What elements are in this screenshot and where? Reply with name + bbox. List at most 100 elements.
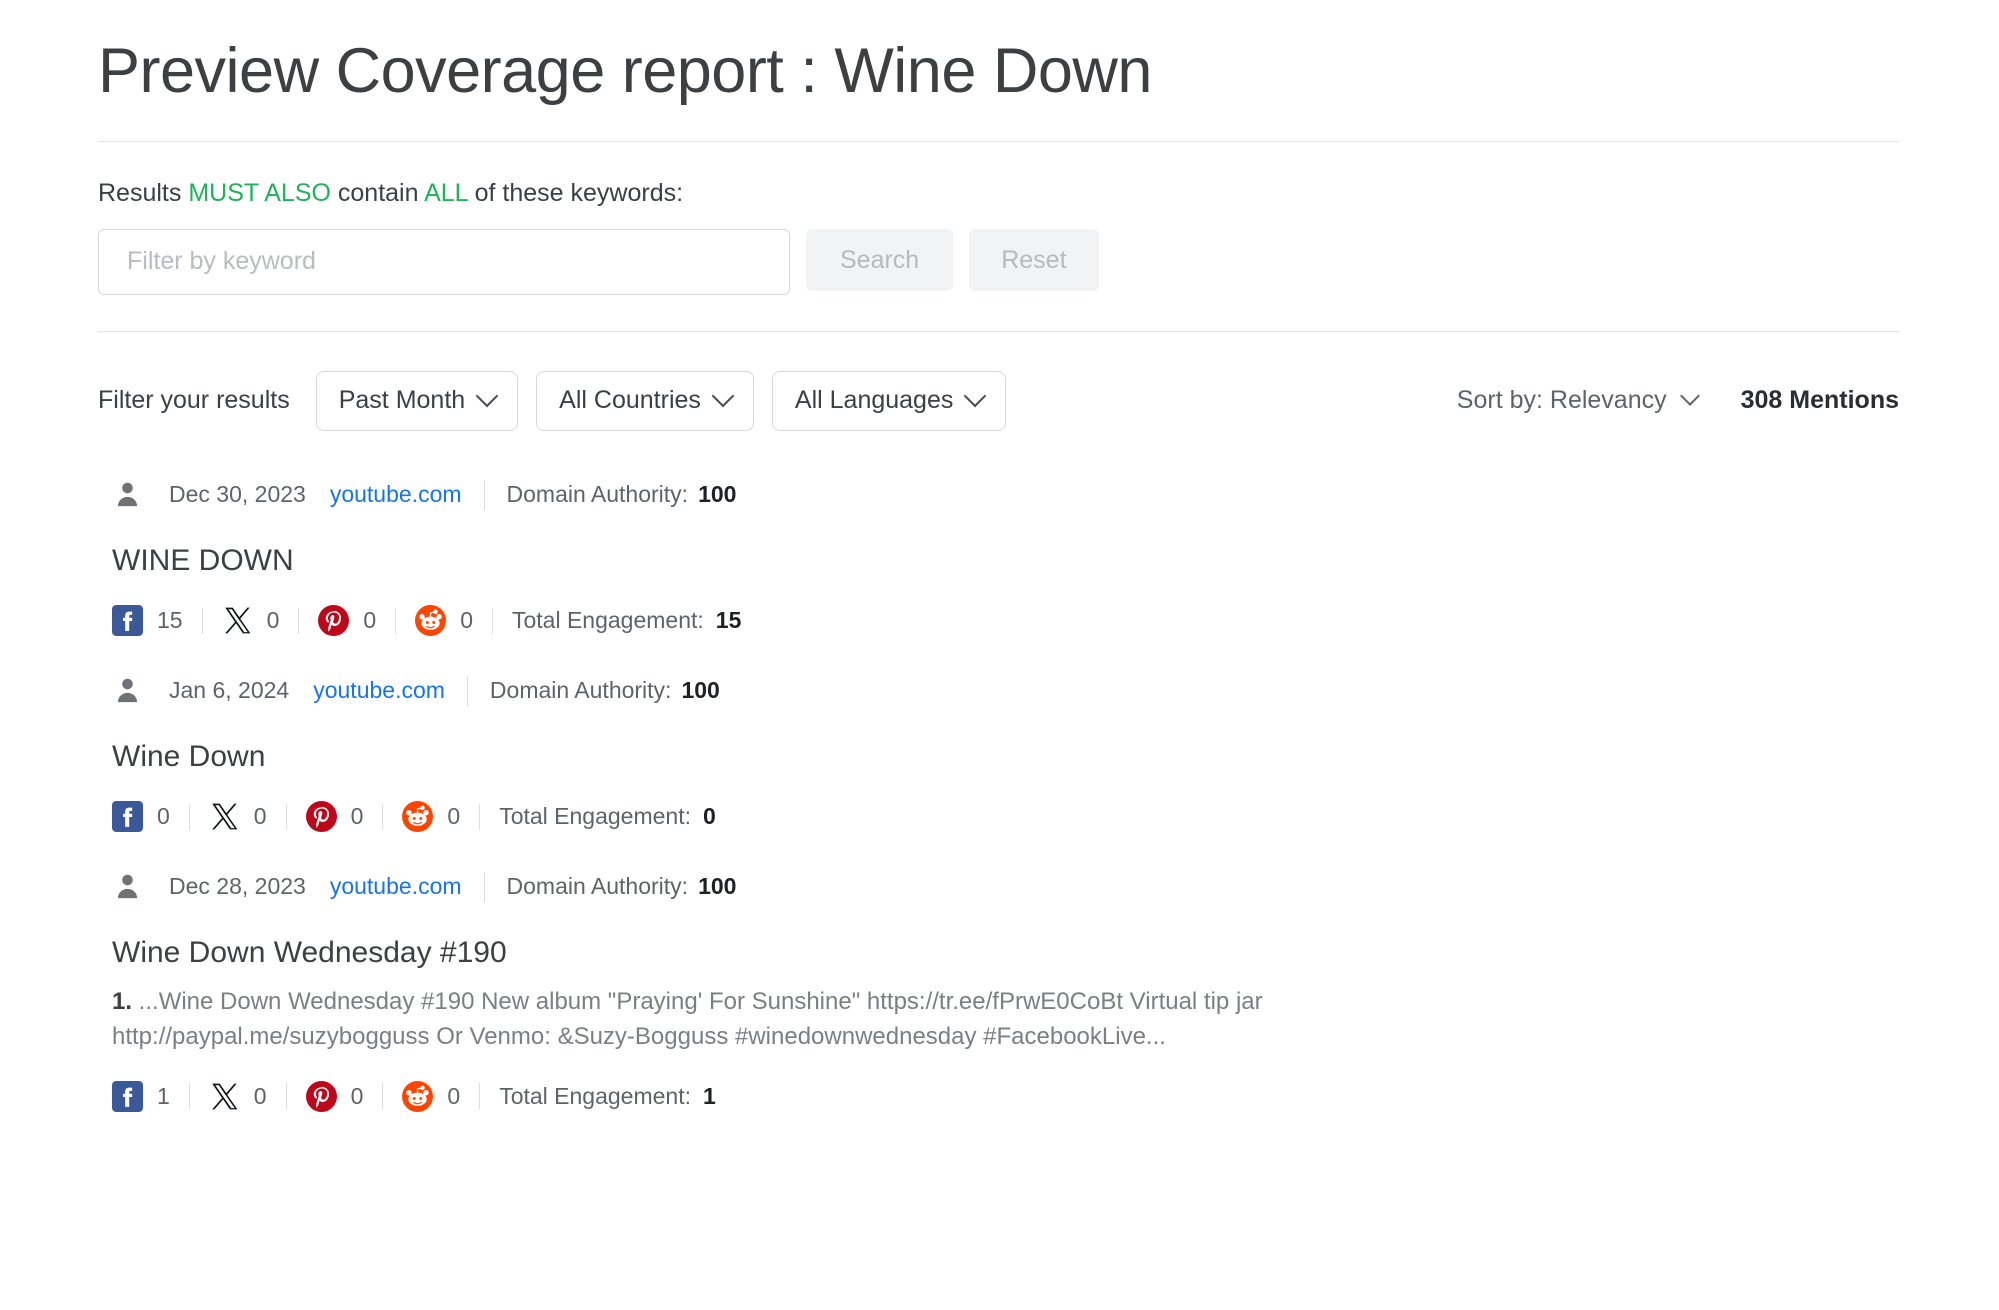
person-icon [112,479,143,510]
keyword-label-all: ALL [424,178,468,207]
page-title: Preview Coverage report : Wine Down [98,36,1152,106]
keyword-label-mid: contain [330,178,425,207]
engagement-divider [479,1083,481,1110]
total-engagement-label: Total Engagement: [499,803,691,830]
result-headline[interactable]: WINE DOWN [112,543,1899,579]
person-icon [112,871,143,902]
x-shares: 0 [209,801,267,832]
keyword-label-suffix: of these keywords: [467,178,684,207]
total-engagement-label: Total Engagement: [499,1082,691,1109]
engagement-divider [395,607,397,634]
engagement-divider [298,607,300,634]
facebook-shares: 0 [112,801,170,833]
domain-authority-label: Domain Authority: [489,677,672,704]
domain-authority-label: Domain Authority: [506,481,689,508]
engagement-divider [285,803,287,830]
title-divider [98,140,1899,142]
dropdown-date-range[interactable]: Past Month [315,370,519,431]
filter-bar-label: Filter your results [98,386,290,415]
facebook-shares: 1 [112,1080,170,1112]
result-meta: Jan 6, 2024 youtube.com Domain Authority… [112,671,1899,711]
engagement-divider [285,1083,287,1110]
mentions-count: 308 Mentions [1740,386,1899,415]
pinterest-shares: 0 [318,605,377,637]
engagement-divider [382,1083,384,1110]
engagement-divider [382,803,384,830]
reddit-count: 0 [460,607,473,634]
filter-bar: Filter your results Past Month All Count… [98,370,1899,431]
facebook-count: 0 [157,803,170,830]
x-shares: 0 [222,605,279,636]
result-headline[interactable]: Wine Down [112,739,1899,775]
result-meta: Dec 30, 2023 youtube.com Domain Authorit… [112,475,1899,515]
search-button[interactable]: Search [806,228,954,291]
results-list: Dec 30, 2023 youtube.com Domain Authorit… [98,475,1899,1117]
domain-authority-value: 100 [698,873,737,900]
sort-and-count: Sort by: Relevancy 308 Mentions [1456,385,1899,415]
total-engagement-label: Total Engagement: [511,607,704,634]
engagement-divider [479,803,481,830]
keyword-label-must-also: MUST ALSO [188,178,331,207]
facebook-shares: 15 [112,605,183,637]
engagement-divider [188,803,190,830]
engagement-divider [201,607,203,634]
result-date: Jan 6, 2024 [169,677,290,704]
dropdown-countries[interactable]: All Countries [536,370,754,431]
filter-divider [98,330,1899,332]
dropdown-languages[interactable]: All Languages [771,370,1007,431]
total-engagement-value: 0 [702,803,716,830]
pinterest-shares: 0 [305,801,364,833]
chevron-down-icon [711,384,735,408]
result-engagement: 15 0 0 0 Total Engagement: 15 [112,601,1899,641]
dropdown-date-range-label: Past Month [338,386,466,415]
result-meta: Dec 28, 2023 youtube.com Domain Authorit… [112,867,1899,907]
chevron-down-icon [964,384,987,408]
result-snippet: 1. ...Wine Down Wednesday #190 New album… [112,985,1502,1055]
reset-button[interactable]: Reset [969,228,1099,291]
sort-by-dropdown[interactable]: Sort by: Relevancy [1456,385,1700,415]
result-engagement: 0 0 0 0 Total Engagement: 0 [112,797,1899,837]
result-domain-link[interactable]: youtube.com [330,873,462,900]
result-headline[interactable]: Wine Down Wednesday #190 [112,935,1899,971]
facebook-count: 1 [157,1082,170,1109]
domain-authority-value: 100 [681,677,720,704]
reddit-shares: 0 [415,605,473,637]
facebook-count: 15 [157,607,183,634]
dropdown-countries-label: All Countries [559,386,701,415]
reddit-shares: 0 [402,1080,461,1112]
sort-by-label: Sort by: Relevancy [1456,386,1667,415]
snippet-index: 1. [112,987,133,1015]
keyword-filter-input[interactable] [98,228,790,295]
engagement-divider [491,607,493,634]
snippet-text: ...Wine Down Wednesday #190 New album "P… [112,987,1263,1050]
meta-divider [483,871,485,902]
result-item: Dec 28, 2023 youtube.com Domain Authorit… [112,867,1899,1117]
dropdown-languages-label: All Languages [794,386,954,415]
total-engagement-value: 1 [702,1082,716,1109]
result-domain-link[interactable]: youtube.com [330,481,462,508]
pinterest-count: 0 [350,803,364,830]
chevron-down-icon [475,384,499,408]
domain-authority-value: 100 [698,481,737,508]
result-date: Dec 30, 2023 [169,481,306,508]
result-item: Jan 6, 2024 youtube.com Domain Authority… [112,671,1899,837]
result-date: Dec 28, 2023 [169,873,306,900]
keyword-filter-row: Search Reset [98,228,1899,295]
meta-divider [483,479,485,510]
engagement-divider [188,1083,190,1110]
x-count: 0 [253,803,267,830]
pinterest-count: 0 [363,607,377,634]
chevron-down-icon [1679,385,1700,406]
result-domain-link[interactable]: youtube.com [313,677,445,704]
reddit-count: 0 [447,1082,461,1109]
domain-authority-label: Domain Authority: [506,873,689,900]
x-count: 0 [253,1082,267,1109]
person-icon [112,675,143,706]
pinterest-count: 0 [350,1082,364,1109]
result-engagement: 1 0 0 0 Total Engagement: 1 [112,1076,1899,1116]
coverage-report-page: Preview Coverage report : Wine Down Resu… [0,32,1999,1116]
keyword-filter-label: Results MUST ALSO contain ALL of these k… [98,178,1899,207]
reddit-count: 0 [447,803,461,830]
meta-divider [466,675,468,706]
reddit-shares: 0 [402,801,461,833]
